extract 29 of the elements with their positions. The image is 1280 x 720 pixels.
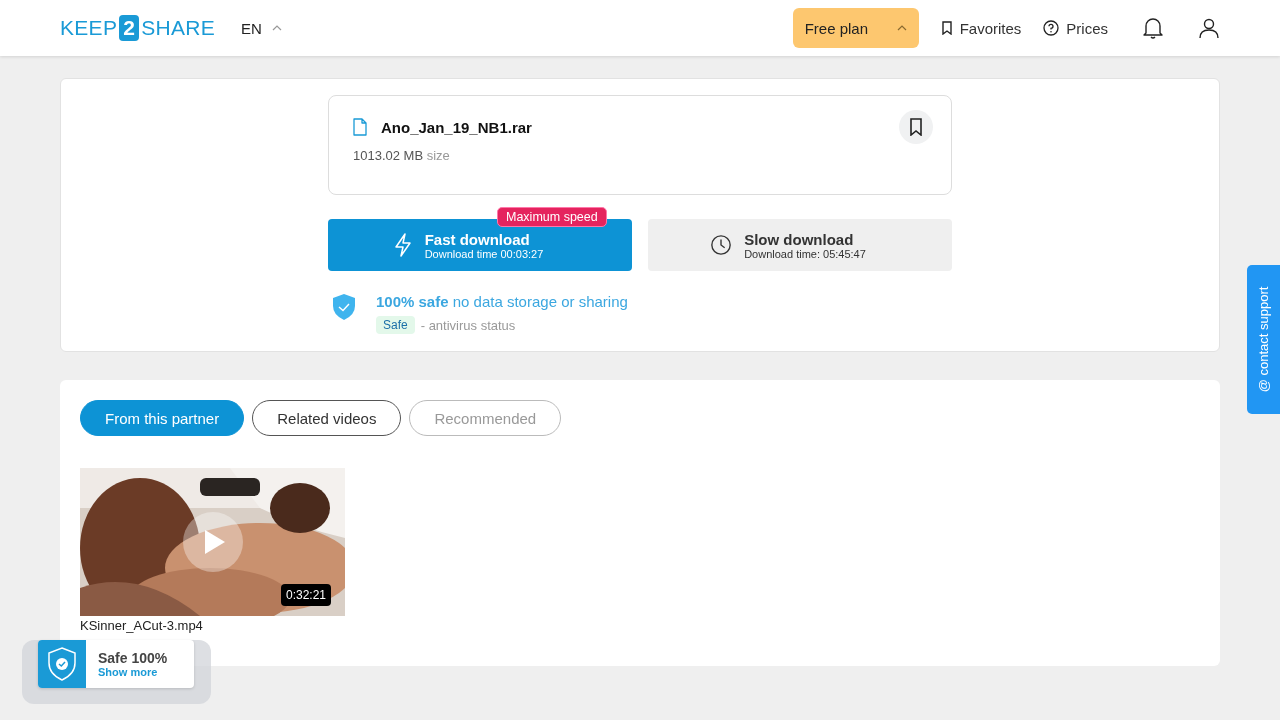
plan-dropdown[interactable]: Free plan [792,8,919,48]
download-button[interactable]: Slow download Download time: 05:45:47 [648,219,952,271]
tab[interactable]: Related videos [252,400,402,436]
caret-icon [271,25,282,31]
bookmark-icon [940,21,953,35]
nav-link[interactable]: Prices [1043,19,1108,37]
lightning-icon [392,233,413,257]
file-icon [353,118,367,136]
file-size: 1013.02 MB size [353,148,451,163]
bell-icon[interactable] [1142,16,1164,40]
user-icon[interactable] [1198,17,1220,39]
status-tag: Safe [376,316,415,334]
shield-icon [48,647,76,681]
play-icon[interactable] [183,512,243,572]
video-title[interactable]: KSinner_ACut-3.mp4 [80,618,345,633]
speed-badge: Maximum speed [497,207,607,227]
clock-icon [710,234,733,256]
safe-widget-title: Safe 100% [98,650,168,666]
file-name: Ano_Jan_19_NB1.rar [381,118,532,136]
duration-badge: 0:32:21 [280,584,331,606]
shield-icon [332,293,356,321]
bookmark-button[interactable] [899,110,933,144]
language-selector[interactable]: EN [241,19,282,37]
bookmark-icon [909,118,923,136]
status-note: - antivirus status [420,317,516,333]
help-icon [1043,20,1060,36]
nav-link[interactable]: Favorites [940,19,1022,37]
caret-icon [896,25,907,31]
safety-headline: 100% safe no data storage or sharing [376,293,628,310]
